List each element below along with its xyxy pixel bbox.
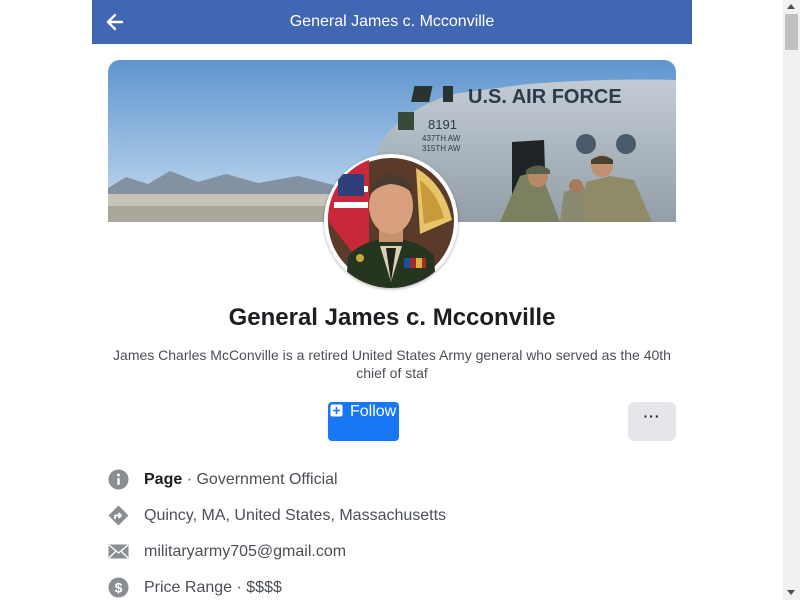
info-row-category: Page · Government Official bbox=[108, 468, 668, 492]
cover-aircraft-text: U.S. AIR FORCE bbox=[468, 86, 622, 108]
envelope-icon bbox=[108, 544, 129, 559]
cover-tail-number: 8191 bbox=[428, 117, 457, 132]
header-title: General James c. Mcconville bbox=[289, 13, 495, 30]
more-dots-icon: ··· bbox=[643, 408, 661, 424]
location-text: Quincy, MA, United States, Massachusetts bbox=[144, 507, 447, 524]
profile-name: General James c. Mcconville bbox=[228, 304, 556, 331]
info-row-price: $ Price Range · $$$$ bbox=[108, 576, 668, 600]
email-text[interactable]: militaryarmy705@gmail.com bbox=[144, 543, 346, 561]
info-row-location: Quincy, MA, United States, Massachusetts bbox=[108, 504, 668, 528]
profile-bio: James Charles McConville is a retired Un… bbox=[113, 347, 671, 381]
follow-button[interactable]: Follow bbox=[328, 402, 399, 441]
cover-unit-line-1: 437TH AW bbox=[422, 134, 461, 143]
follow-label: Follow bbox=[350, 403, 397, 420]
scrollbar-thumb[interactable] bbox=[785, 14, 798, 50]
scroll-down-arrow-icon[interactable] bbox=[787, 590, 795, 595]
cover-unit-line-2: 315TH AW bbox=[422, 144, 461, 153]
price-label: Price Range bbox=[144, 579, 233, 596]
add-square-icon bbox=[330, 404, 343, 417]
more-options-button[interactable]: ··· bbox=[628, 402, 676, 441]
info-row-email[interactable]: militaryarmy705@gmail.com bbox=[108, 540, 668, 564]
vertical-scrollbar[interactable] bbox=[783, 0, 800, 600]
dollar-icon: $ bbox=[108, 577, 129, 598]
profile-avatar[interactable] bbox=[324, 154, 458, 288]
svg-text:$: $ bbox=[115, 580, 123, 596]
category-value: · Government Official bbox=[186, 471, 338, 488]
scroll-up-arrow-icon[interactable] bbox=[787, 4, 795, 9]
info-icon bbox=[108, 469, 129, 490]
top-app-bar: General James c. Mcconville bbox=[92, 0, 692, 44]
category-label: Page bbox=[144, 471, 183, 488]
directions-icon bbox=[108, 505, 129, 526]
price-value: · $$$$ bbox=[236, 579, 282, 596]
